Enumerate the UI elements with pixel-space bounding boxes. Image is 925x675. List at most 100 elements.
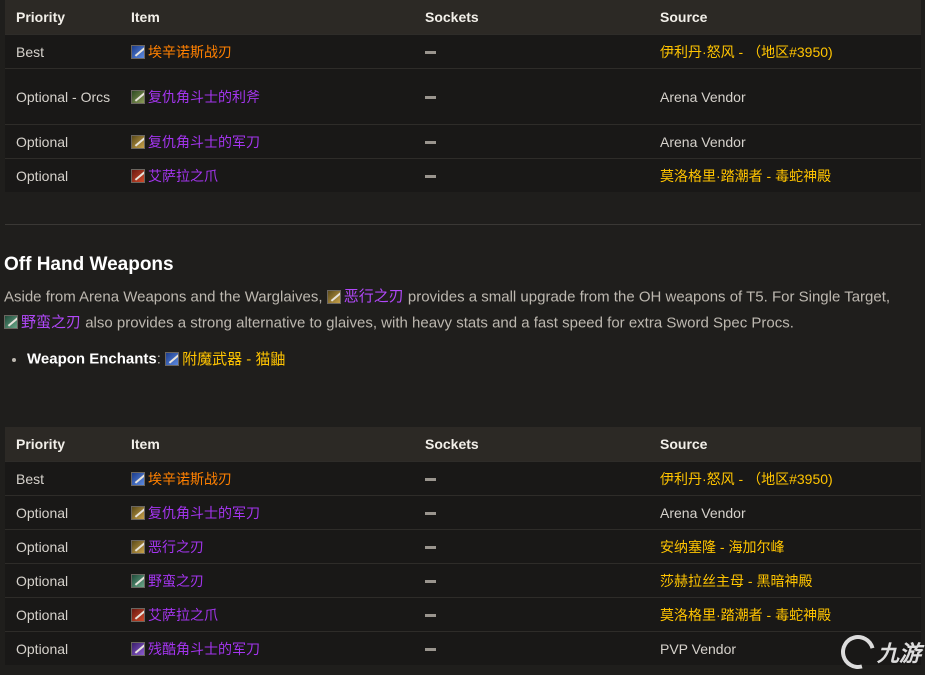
- no-sockets-dash: [425, 512, 436, 516]
- gold-sword-icon: [131, 505, 145, 520]
- item-link[interactable]: 野蛮之刃: [131, 571, 204, 591]
- no-sockets-dash: [425, 648, 436, 652]
- item-link[interactable]: 恶行之刃: [131, 537, 204, 557]
- description-text: provides a small upgrade from the OH wea…: [407, 288, 891, 306]
- watermark-logo-icon: [834, 628, 882, 675]
- purple-sword-icon: [131, 641, 145, 656]
- table-header-row: Priority Item Sockets Source: [5, 427, 921, 462]
- gold-sword-icon: [131, 134, 145, 149]
- header-item: Item: [120, 0, 414, 35]
- table-row: Optional - Orcs 复仇角斗士的利斧 Arena Vendor: [5, 68, 921, 125]
- table-row: Optional 复仇角斗士的军刀 Arena Vendor: [5, 124, 921, 159]
- header-priority: Priority: [5, 427, 120, 462]
- description-text: Aside from Arena Weapons and the Warglai…: [4, 288, 323, 306]
- item-name: 复仇角斗士的利斧: [148, 88, 260, 105]
- main-hand-table: Priority Item Sockets Source Best 埃辛诺斯战刃…: [5, 0, 921, 192]
- table-header-row: Priority Item Sockets Source: [5, 0, 921, 35]
- item-name: 艾萨拉之爪: [148, 167, 218, 184]
- no-sockets-dash: [425, 175, 436, 179]
- source-link[interactable]: 莫洛格里·踏潮者 - 毒蛇神殿: [660, 168, 831, 184]
- enchant-label: Weapon Enchants: [27, 350, 157, 368]
- table-row: Optional 残酷角斗士的军刀 PVP Vendor: [5, 631, 921, 665]
- enchant-name: 附魔武器 - 猫鼬: [182, 351, 286, 368]
- item-name: 野蛮之刃: [21, 313, 82, 331]
- table-row: Optional 复仇角斗士的军刀 Arena Vendor: [5, 495, 921, 530]
- item-name: 野蛮之刃: [148, 572, 204, 589]
- enchant-scroll-icon: [165, 351, 180, 366]
- item-link[interactable]: 野蛮之刃: [4, 310, 81, 335]
- site-watermark: 九游: [834, 628, 921, 675]
- priority-cell: Optional: [5, 124, 120, 159]
- table-row: Best 埃辛诺斯战刃 伊利丹·怒风 - （地区#3950): [5, 461, 921, 496]
- item-name: 艾萨拉之爪: [148, 606, 218, 623]
- gold-sword-icon: [131, 539, 145, 554]
- source-link[interactable]: 安纳塞隆 - 海加尔峰: [660, 539, 784, 555]
- item-name: 残酷角斗士的军刀: [148, 640, 260, 657]
- source-link[interactable]: 莎赫拉丝主母 - 黑暗神殿: [660, 573, 812, 589]
- priority-cell: Optional: [5, 597, 120, 632]
- section-description: Aside from Arena Weapons and the Warglai…: [4, 284, 904, 335]
- enchant-list: Weapon Enchants: 附魔武器 - 猫鼬: [8, 348, 285, 369]
- item-link[interactable]: 艾萨拉之爪: [131, 166, 218, 186]
- blue-sword-icon: [131, 471, 145, 486]
- header-source: Source: [649, 0, 921, 35]
- header-item: Item: [120, 427, 414, 462]
- header-priority: Priority: [5, 0, 120, 35]
- teal-sword-icon: [131, 573, 145, 588]
- blue-sword-icon: [131, 44, 145, 59]
- source-text: Arena Vendor: [649, 68, 921, 125]
- priority-cell: Best: [5, 34, 120, 69]
- source-text: Arena Vendor: [649, 495, 921, 530]
- header-sockets: Sockets: [414, 427, 649, 462]
- header-source: Source: [649, 427, 921, 462]
- priority-cell: Best: [5, 461, 120, 496]
- priority-cell: Optional: [5, 631, 120, 665]
- description-text: also provides a strong alternative to gl…: [85, 314, 794, 331]
- source-link[interactable]: 莫洛格里·踏潮者 - 毒蛇神殿: [660, 607, 831, 623]
- enchant-colon: :: [156, 350, 161, 368]
- table-row: Optional 艾萨拉之爪 莫洛格里·踏潮者 - 毒蛇神殿: [5, 158, 921, 192]
- off-hand-table: Priority Item Sockets Source Best 埃辛诺斯战刃…: [5, 427, 921, 665]
- item-name: 埃辛诺斯战刃: [148, 470, 232, 487]
- no-sockets-dash: [425, 546, 436, 550]
- table-row: Optional 野蛮之刃 莎赫拉丝主母 - 黑暗神殿: [5, 563, 921, 598]
- teal-sword-icon: [4, 315, 18, 329]
- table-row: Best 埃辛诺斯战刃 伊利丹·怒风 - （地区#3950): [5, 34, 921, 69]
- source-text: Arena Vendor: [649, 124, 921, 159]
- watermark-text: 九游: [876, 641, 921, 666]
- item-link[interactable]: 恶行之刃: [326, 284, 404, 309]
- item-link[interactable]: 埃辛诺斯战刃: [131, 469, 232, 489]
- header-sockets: Sockets: [414, 0, 649, 35]
- table-row: Optional 艾萨拉之爪 莫洛格里·踏潮者 - 毒蛇神殿: [5, 597, 921, 632]
- red-claw-icon: [131, 168, 145, 183]
- item-name: 复仇角斗士的军刀: [148, 133, 260, 150]
- priority-cell: Optional: [5, 158, 120, 192]
- section-heading: Off Hand Weapons: [4, 254, 174, 275]
- no-sockets-dash: [425, 51, 436, 55]
- priority-cell: Optional: [5, 563, 120, 598]
- item-link[interactable]: 残酷角斗士的军刀: [131, 639, 260, 659]
- no-sockets-dash: [425, 96, 436, 100]
- priority-cell: Optional: [5, 495, 120, 530]
- item-link[interactable]: 复仇角斗士的军刀: [131, 503, 260, 523]
- section-divider: [5, 224, 921, 225]
- item-link[interactable]: 复仇角斗士的利斧: [131, 87, 260, 107]
- source-link[interactable]: 伊利丹·怒风 - （地区#3950): [660, 471, 833, 487]
- no-sockets-dash: [425, 478, 436, 482]
- list-item: Weapon Enchants: 附魔武器 - 猫鼬: [27, 348, 285, 369]
- source-link[interactable]: 伊利丹·怒风 - （地区#3950): [660, 44, 833, 60]
- no-sockets-dash: [425, 614, 436, 618]
- priority-cell: Optional - Orcs: [5, 68, 120, 125]
- priority-cell: Optional: [5, 529, 120, 564]
- item-name: 恶行之刃: [148, 538, 204, 555]
- item-link[interactable]: 复仇角斗士的军刀: [131, 132, 260, 152]
- red-claw-icon: [131, 607, 145, 622]
- table-row: Optional 恶行之刃 安纳塞隆 - 海加尔峰: [5, 529, 921, 564]
- item-link[interactable]: 艾萨拉之爪: [131, 605, 218, 625]
- green-axe-icon: [131, 89, 145, 104]
- no-sockets-dash: [425, 141, 436, 145]
- enchant-link[interactable]: 附魔武器 - 猫鼬: [165, 348, 285, 369]
- item-link[interactable]: 埃辛诺斯战刃: [131, 42, 232, 62]
- item-name: 恶行之刃: [343, 288, 404, 305]
- item-name: 埃辛诺斯战刃: [148, 43, 232, 60]
